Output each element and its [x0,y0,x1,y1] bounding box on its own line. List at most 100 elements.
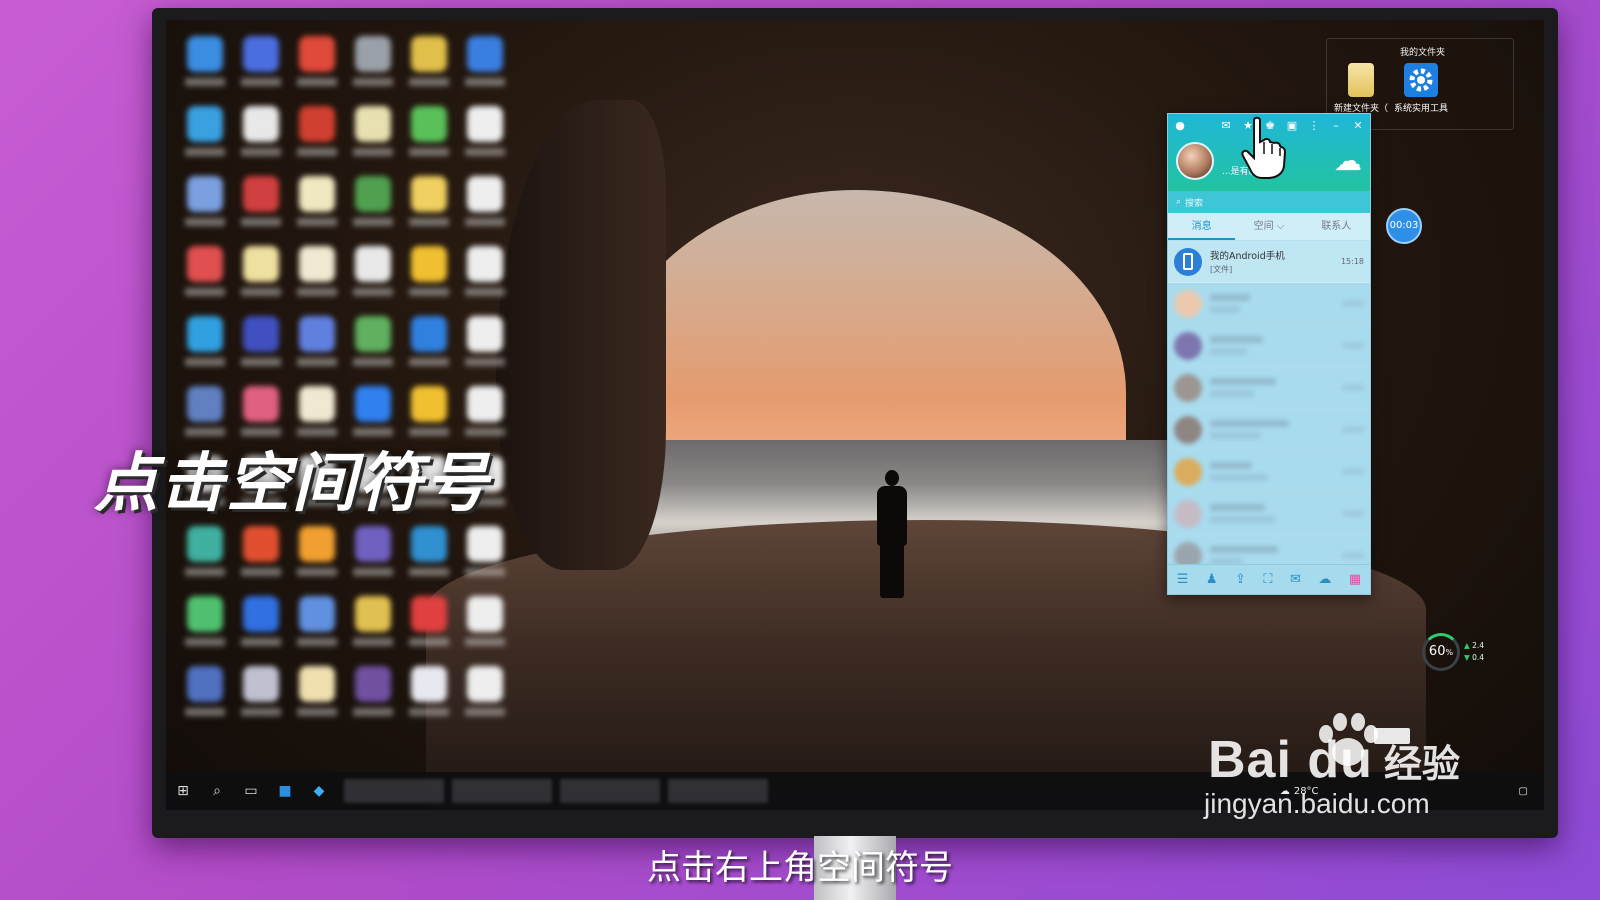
desktop-icon[interactable] [402,246,456,316]
desktop-icon[interactable] [234,526,288,596]
desktop-icon[interactable] [178,526,232,596]
desktop-icon[interactable] [290,176,344,246]
add-friend-icon[interactable]: ♟ [1206,572,1218,587]
desktop-icon[interactable] [178,176,232,246]
desktop-icon[interactable] [234,666,288,736]
desktop-icon[interactable] [178,316,232,386]
desktop-icon[interactable] [346,36,400,106]
search-icon[interactable]: ⌕ [200,772,234,810]
performance-widget[interactable]: 60% ▲ 2.4 ▼ 0.4 [1422,632,1504,672]
app-icon [187,36,223,72]
taskbar-app[interactable] [560,779,660,803]
desktop-icon[interactable] [458,316,512,386]
desktop-icon[interactable] [346,316,400,386]
desktop-icon[interactable] [234,316,288,386]
app-icon[interactable]: ■ [268,772,302,810]
desktop-icon[interactable] [234,106,288,176]
desktop-icon-label [353,288,393,296]
avatar[interactable] [1176,142,1214,180]
desktop-icon[interactable] [402,526,456,596]
desktop-icon[interactable] [458,596,512,666]
desktop-icon[interactable] [402,316,456,386]
desktop-icon[interactable] [234,246,288,316]
tab-messages[interactable]: 消息 [1168,213,1236,240]
desktop-icon[interactable] [290,596,344,666]
list-item[interactable]: 我的Android手机 [文件] 15:18 [1168,241,1370,283]
desktop-icon[interactable] [402,106,456,176]
desktop-icon[interactable] [178,596,232,666]
windows-start-icon[interactable]: ⊞ [166,772,200,810]
qq-taskbar-icon[interactable]: ◆ [302,772,336,810]
list-item[interactable] [1168,283,1370,325]
list-item[interactable] [1168,367,1370,409]
app-icon [355,526,391,562]
tab-qzone[interactable]: 空间 ⌵ [1235,213,1302,240]
desktop-icon[interactable] [458,36,512,106]
desktop-icon[interactable] [178,106,232,176]
notification-icon[interactable]: ▢ [1519,786,1528,797]
desktop-icon[interactable] [346,246,400,316]
list-item[interactable] [1168,451,1370,493]
desktop-icon-label [297,638,337,646]
screenshot-icon[interactable]: ⛶ [1263,572,1272,587]
desktop-icon[interactable] [402,666,456,736]
desktop-icon[interactable] [346,526,400,596]
mail-box-icon[interactable]: ✉ [1290,572,1301,587]
mail-icon[interactable]: ✉ [1220,120,1232,132]
desktop-icon[interactable] [458,106,512,176]
desktop-icon[interactable] [290,316,344,386]
app-manager-icon[interactable]: ▦ [1349,572,1361,587]
desktop-icon[interactable] [458,666,512,736]
search-input[interactable]: ⌕ 搜索 [1168,191,1370,213]
tab-contacts[interactable]: 联系人 [1303,213,1370,240]
desktop-icon-label [297,148,337,156]
desktop-icon-label [241,288,281,296]
desktop-icon[interactable] [402,36,456,106]
folder-icon [1348,63,1374,97]
more-icon[interactable]: ⋮ [1308,120,1320,132]
app-icon [467,526,503,562]
close-icon[interactable]: ✕ [1352,120,1364,132]
desktop-icon[interactable] [458,526,512,596]
app-icon [411,246,447,282]
taskbar-app[interactable] [452,779,552,803]
desktop-icon-new-folder[interactable]: 新建文件夹（ [1329,63,1393,114]
desktop-icon[interactable] [178,246,232,316]
taskbar-app[interactable] [668,779,768,803]
desktop-icon[interactable] [290,36,344,106]
app-box-icon[interactable]: ▣ [1286,120,1298,132]
task-view-icon[interactable]: ▭ [234,772,268,810]
cloud-icon[interactable]: ☁ [1318,572,1331,587]
desktop-icon[interactable] [234,176,288,246]
file-transfer-icon[interactable]: ⇪ [1235,572,1246,587]
desktop-icon[interactable] [346,176,400,246]
desktop-icon[interactable] [178,36,232,106]
desktop-icon-system-tools[interactable]: 系统实用工具 [1389,63,1453,114]
desktop-icon[interactable] [402,596,456,666]
app-icon [299,666,335,702]
desktop-icon[interactable] [346,106,400,176]
desktop-icon[interactable] [458,176,512,246]
desktop-icon[interactable] [234,596,288,666]
taskbar-app[interactable] [344,779,444,803]
app-icon [187,176,223,212]
desktop-icon[interactable] [458,246,512,316]
desktop-icon[interactable] [178,666,232,736]
desktop-icon[interactable] [402,176,456,246]
recording-timer[interactable]: 00:03 [1386,208,1422,244]
desktop-icon[interactable] [290,526,344,596]
weather-cloud-icon[interactable]: ☁ [1334,144,1362,177]
desktop-icon[interactable] [346,596,400,666]
qq-main-panel[interactable]: ● ✉ ★ ♚ ▣ ⋮ – ✕ ...是有区别... ☁ ⌕ 搜索 消息 空间 … [1167,113,1371,595]
desktop-icon[interactable] [290,666,344,736]
minimize-icon[interactable]: – [1330,120,1342,132]
main-menu-icon[interactable]: ☰ [1177,572,1189,587]
list-item[interactable] [1168,409,1370,451]
desktop-icon[interactable] [234,36,288,106]
desktop-icon[interactable] [290,106,344,176]
desktop-icon[interactable] [290,246,344,316]
desktop-icon[interactable] [346,666,400,736]
list-item[interactable] [1168,493,1370,535]
list-item[interactable] [1168,325,1370,367]
desktop-icon-label [409,358,449,366]
